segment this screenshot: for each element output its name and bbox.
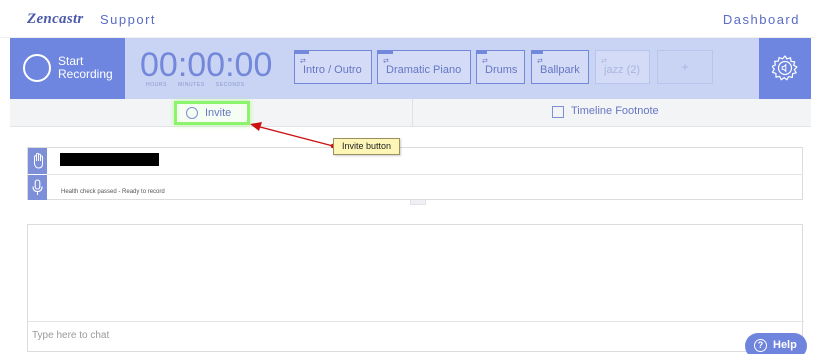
help-label: Help — [773, 339, 797, 351]
action-tabs: Invite Timeline Footnote — [10, 99, 811, 127]
chat-input[interactable] — [32, 324, 732, 346]
help-icon: ? — [754, 339, 767, 352]
sound-dramatic-piano[interactable]: ⇄ Dramatic Piano — [377, 50, 471, 84]
sound-intro-outro[interactable]: ⇄ Intro / Outro — [294, 50, 372, 84]
timer-digits: 00:00:00 — [140, 46, 273, 84]
sound-label: Drums — [485, 64, 518, 76]
gear-icon — [772, 55, 798, 81]
recording-timer: 00:00:00 HOURS MINUTES SECONDS — [140, 46, 273, 93]
top-nav: Zencastr Support Dashboard — [0, 0, 815, 38]
timer-unit-minutes: MINUTES — [178, 82, 205, 88]
start-recording-label: Start Recording — [58, 54, 113, 81]
recording-bar: Start Recording 00:00:00 HOURS MINUTES SEC… — [10, 38, 811, 99]
health-check-status: Health check passed - Ready to record — [61, 189, 165, 195]
timer-unit-seconds: SECONDS — [215, 82, 245, 88]
start-recording-button[interactable]: Start Recording — [10, 38, 125, 99]
timer-unit-hours: HOURS — [146, 82, 168, 88]
dashboard-link[interactable]: Dashboard — [723, 12, 800, 27]
help-button[interactable]: ? Help — [745, 333, 807, 354]
hand-icon — [34, 152, 43, 169]
sound-progress-bar — [477, 51, 488, 54]
invite-button-callout: Invite button — [333, 138, 400, 155]
logo[interactable]: Zencastr — [27, 11, 84, 28]
support-link[interactable]: Support — [100, 12, 156, 27]
tab-divider — [412, 99, 413, 127]
timer-units: HOURS MINUTES SECONDS — [146, 82, 245, 88]
invite-icon — [186, 107, 198, 119]
settings-button[interactable] — [759, 38, 811, 99]
invite-label: Invite — [205, 107, 232, 119]
microphone-button[interactable] — [28, 175, 47, 200]
sound-progress-bar — [378, 51, 393, 54]
footnote-icon — [552, 106, 564, 118]
add-sound-button[interactable]: + — [657, 50, 713, 84]
sound-label: jazz (2) — [604, 64, 641, 76]
sound-label: Ballpark — [540, 64, 580, 76]
participant-collapse-handle[interactable] — [410, 200, 426, 205]
microphone-icon — [32, 179, 43, 195]
sound-label: Dramatic Piano — [386, 64, 462, 76]
timeline-footnote-label: Timeline Footnote — [571, 105, 659, 117]
chat-divider — [28, 321, 804, 322]
sound-progress-bar — [295, 51, 309, 54]
invite-button[interactable]: Invite — [174, 101, 250, 125]
zencastr-app: Zencastr Support Dashboard Start Recordi… — [0, 0, 815, 354]
chat-panel — [27, 224, 804, 352]
participant-name-redacted — [60, 153, 159, 166]
sound-label: Intro / Outro — [303, 64, 362, 76]
sound-jazz[interactable]: ⇄ jazz (2) — [595, 50, 650, 84]
participant-card: Health check passed - Ready to record — [27, 147, 803, 200]
participant-divider — [47, 174, 803, 175]
sound-drums[interactable]: ⇄ Drums — [476, 50, 525, 84]
sound-progress-bar — [532, 51, 544, 54]
sound-ballpark[interactable]: ⇄ Ballpark — [531, 50, 589, 84]
raise-hand-button[interactable] — [28, 148, 47, 174]
record-circle-icon — [23, 54, 51, 82]
